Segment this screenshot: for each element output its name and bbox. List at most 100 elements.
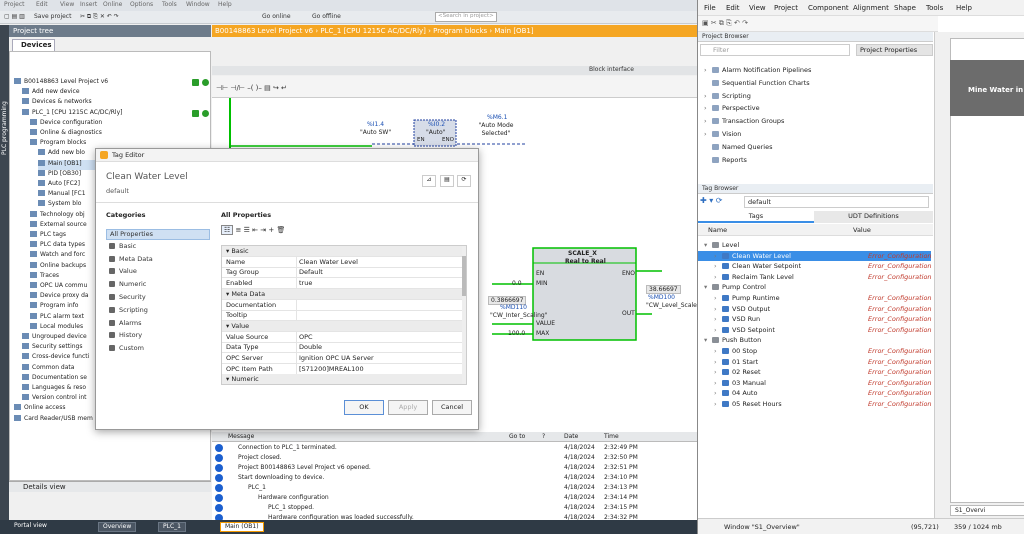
details-view-header[interactable]: Details view — [9, 481, 211, 492]
tag-row[interactable]: › VSD Output Error_Configuration — [698, 304, 932, 314]
copy-icon[interactable]: ▤ — [440, 175, 454, 187]
filter-input[interactable]: Filter — [700, 44, 850, 56]
expand-arrow-icon[interactable]: › — [714, 347, 722, 355]
project-browser-item[interactable]: › Vision — [704, 130, 741, 138]
tag-row[interactable]: › VSD Run Error_Configuration — [698, 314, 932, 324]
tag-row[interactable]: › 04 Auto Error_Configuration — [698, 388, 932, 398]
message-row[interactable]: PLC_1 4/18/2024 2:34:13 PM — [212, 483, 697, 493]
message-row[interactable]: Project closed. 4/18/2024 2:32:50 PM — [212, 453, 697, 463]
tag-row[interactable]: › VSD Setpoint Error_Configuration — [698, 325, 932, 335]
property-row[interactable]: OPC Server Ignition OPC UA Server — [222, 353, 462, 364]
udt-tab[interactable]: UDT Definitions — [814, 211, 933, 223]
category-history[interactable]: History — [106, 331, 210, 342]
project-browser-item[interactable]: Reports — [704, 156, 747, 164]
category-alarms[interactable]: Alarms — [106, 319, 210, 330]
designer-menu-component[interactable]: Component — [808, 4, 849, 12]
category-custom[interactable]: Custom — [106, 344, 210, 355]
property-value[interactable]: OPC — [296, 331, 460, 342]
tag-folder[interactable]: ▾ Level — [698, 240, 931, 250]
ladder-elements-icon[interactable]: ⊣⊢ ⊣/⊢ –( )– ▤ ↪ ↵ — [216, 84, 287, 92]
grid-view-icon[interactable]: ☷ — [221, 225, 234, 235]
tag-row[interactable]: › Pump Runtime Error_Configuration — [698, 293, 932, 303]
property-row[interactable]: Name Clean Water Level — [222, 256, 462, 268]
tree-item[interactable]: Devices & networks — [22, 98, 204, 108]
property-row[interactable]: Tag Group Default — [222, 267, 462, 279]
property-value[interactable]: [S71200]MREAL100 — [296, 363, 460, 374]
message-row[interactable]: Connection to PLC_1 terminated. 4/18/2024… — [212, 443, 697, 453]
tia-menu-window[interactable]: Window — [186, 1, 210, 8]
tia-menu-options[interactable]: Options — [130, 1, 153, 8]
property-value[interactable]: Default — [296, 267, 460, 278]
property-row[interactable]: Value Source OPC — [222, 331, 462, 343]
tag-folder[interactable]: ▾ Pump Control — [698, 282, 931, 292]
tag-row[interactable]: › 01 Start Error_Configuration — [698, 357, 932, 367]
apply-button[interactable]: Apply — [388, 400, 428, 415]
block-interface-bar[interactable]: Block interface — [212, 66, 697, 75]
designer-menu-alignment[interactable]: Alignment — [853, 4, 889, 12]
expand-arrow-icon[interactable]: › — [704, 92, 712, 100]
detail-view-icon[interactable]: ☰ — [244, 226, 250, 234]
designer-menu-tools[interactable]: Tools — [926, 4, 943, 12]
expand-arrow-icon[interactable]: › — [714, 326, 722, 334]
project-properties-button[interactable]: Project Properties — [856, 44, 933, 56]
designer-menu-file[interactable]: File — [704, 4, 716, 12]
window-tab[interactable]: S1_Overvi — [950, 505, 1024, 516]
message-row[interactable]: Hardware configuration 4/18/2024 2:34:14 P… — [212, 493, 697, 503]
tree-item[interactable]: Device configuration — [30, 118, 204, 129]
property-value[interactable] — [296, 310, 460, 321]
tag-row[interactable]: › Reclaim Tank Level Error_Configuration — [698, 272, 932, 282]
category-all-properties[interactable]: All Properties — [106, 229, 210, 240]
expand-arrow-icon[interactable]: › — [714, 305, 722, 313]
edit-tools-icon[interactable]: ✂ ⧉ ⎘ ✕ ↶ ↷ — [80, 13, 119, 21]
tree-item[interactable]: Add new device — [22, 88, 204, 98]
expand-arrow-icon[interactable]: › — [704, 117, 712, 125]
portal-view-button[interactable]: Portal view — [14, 522, 47, 532]
project-browser-item[interactable]: Named Queries — [704, 143, 772, 151]
search-input[interactable]: <Search in project> — [435, 12, 497, 22]
main-ob1-task[interactable]: Main (OB1) — [220, 522, 264, 532]
property-value[interactable]: true — [296, 278, 460, 289]
tia-menu-insert[interactable]: Insert — [80, 1, 97, 8]
tree-item[interactable]: B00148863 Level Project v6 — [14, 78, 204, 88]
go-offline-button[interactable]: Go offline — [312, 13, 341, 20]
message-row[interactable]: PLC_1 stopped. 4/18/2024 2:34:15 PM — [212, 503, 697, 513]
category-numeric[interactable]: Numeric — [106, 280, 210, 291]
tia-menu-tools[interactable]: Tools — [162, 1, 177, 8]
message-row[interactable]: Project B00148863 Level Project v6 opene… — [212, 463, 697, 473]
category-scripting[interactable]: Scripting — [106, 306, 210, 317]
tag-folder[interactable]: ▾ Push Button — [698, 335, 931, 345]
property-value[interactable] — [296, 299, 460, 310]
go-online-button[interactable]: Go online — [262, 13, 291, 20]
ok-button[interactable]: OK — [344, 400, 384, 415]
plc-task[interactable]: PLC_1 — [158, 522, 186, 532]
project-browser-item[interactable]: › Scripting — [704, 92, 751, 100]
property-row[interactable]: Documentation — [222, 299, 462, 311]
project-browser-item[interactable]: Sequential Function Charts — [704, 79, 810, 87]
property-scrollbar[interactable] — [462, 246, 466, 384]
tag-row[interactable]: › Clean Water Level Error_Configuration — [698, 250, 932, 261]
expand-arrow-icon[interactable]: › — [714, 315, 722, 323]
tag-type-icon[interactable]: ⊿ — [422, 175, 436, 187]
refresh-icon[interactable]: ⟳ — [457, 175, 471, 187]
tia-menu-edit[interactable]: Edit — [36, 1, 48, 8]
tia-menu-view[interactable]: View — [60, 1, 74, 8]
delete-icon[interactable]: 🗑 — [276, 226, 285, 234]
category-basic[interactable]: Basic — [106, 242, 210, 253]
tag-row[interactable]: › 03 Manual Error_Configuration — [698, 378, 932, 388]
save-project-button[interactable]: Save project — [34, 13, 71, 20]
tag-row[interactable]: › Clean Water Setpoint Error_Configuration — [698, 261, 932, 271]
expand-arrow-icon[interactable]: › — [714, 368, 722, 376]
tia-menu-online[interactable]: Online — [103, 1, 122, 8]
expand-arrow-icon[interactable]: › — [704, 66, 712, 74]
tag-row[interactable]: › 02 Reset Error_Configuration — [698, 367, 932, 377]
expand-arrow-icon[interactable]: › — [704, 104, 712, 112]
tag-toolbar-icons[interactable]: ✚ ▾ ⟳ — [700, 196, 740, 208]
cancel-button[interactable]: Cancel — [432, 400, 472, 415]
designer-menu-shape[interactable]: Shape — [894, 4, 916, 12]
expand-arrow-icon[interactable]: › — [714, 400, 722, 408]
project-browser-item[interactable]: › Alarm Notification Pipelines — [704, 66, 811, 74]
devices-tab[interactable]: Devices — [12, 39, 55, 51]
designer-menu-edit[interactable]: Edit — [726, 4, 740, 12]
overview-task[interactable]: Overview — [98, 522, 137, 532]
designer-menu-project[interactable]: Project — [774, 4, 798, 12]
